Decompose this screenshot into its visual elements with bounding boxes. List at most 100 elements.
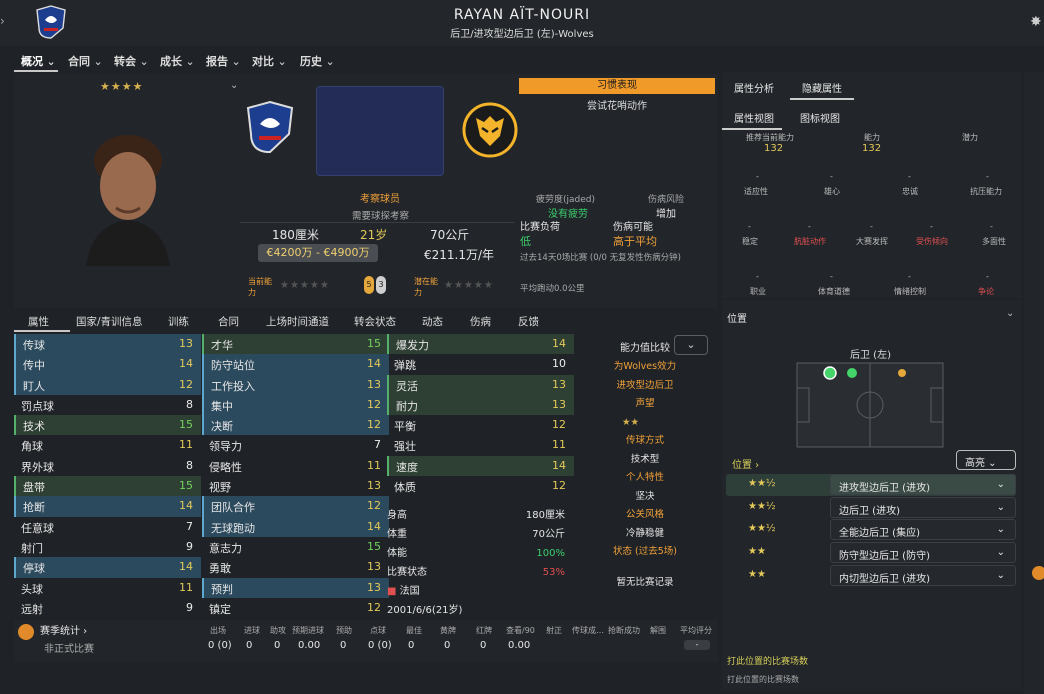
attribute-tabs: 属性 国家/青训信息 训练 合同 上场时间通道 转会状态 动态 伤病 反馈	[14, 312, 574, 330]
attr-row: 领导力 7	[209, 438, 381, 454]
attr-row: 灵活 13	[387, 374, 574, 395]
age-value: 21岁	[360, 228, 388, 242]
hidden-row-1: - 适应性 - 雄心 - 忠诚 - 抗压能力	[744, 172, 1002, 196]
season-stats-title[interactable]: 赛季统计 ›	[40, 622, 87, 637]
menu-overview[interactable]: 概况 ⌄	[21, 53, 56, 69]
attr-row: 视野 13	[209, 479, 381, 495]
ca-badge: 5	[364, 276, 374, 294]
position-row[interactable]: ★★½ 全能边后卫 (集应) ⌄	[726, 519, 1016, 541]
attr-row: 任意球 7	[21, 519, 193, 535]
subtab-attr-view[interactable]: 属性视图	[734, 110, 774, 125]
compare-list: 为Wolves效力 进攻型边后卫 声望 ★★ 传球方式 技术型 个人特性 坚决 …	[613, 361, 677, 588]
position-link[interactable]: 位置 ›	[732, 456, 759, 471]
attr-row: 平衡 12	[394, 418, 566, 434]
attr-row: 耐力 13	[387, 394, 574, 416]
match-load-value: 低	[520, 235, 531, 248]
attr-row: 预判 13	[202, 577, 389, 598]
tab-injury[interactable]: 伤病	[470, 314, 491, 329]
pa-stars: ★★★★★	[444, 280, 494, 291]
attr-row: 体质 12	[394, 479, 566, 495]
habit-title[interactable]: 习惯表现	[519, 78, 715, 94]
value-range[interactable]: €4200万 - €4900万	[258, 244, 378, 262]
compare-dropdown[interactable]: ⌄	[674, 335, 708, 355]
tab-playing-time[interactable]: 上场时间通道	[266, 314, 329, 329]
attr-row: 才华 15	[202, 334, 389, 355]
menu-transfer[interactable]: 转会 ⌄	[114, 53, 149, 69]
technical-attributes: 传球 13 传中 14 盯人 12 罚点球 8 技术 15 角球 11 界外球 8 盘带 15 …	[14, 334, 201, 618]
tab-attributes[interactable]: 属性	[28, 314, 49, 329]
tab-underline	[790, 98, 854, 100]
chevron-down-icon[interactable]: ⌄	[230, 80, 238, 91]
nav-underline	[14, 70, 58, 72]
attr-row: 传球 13	[14, 334, 201, 355]
menu-history[interactable]: 历史 ⌄	[300, 53, 335, 69]
tab-transfer-status[interactable]: 转会状态	[354, 314, 396, 329]
attr-row: 决断 12	[202, 415, 389, 436]
position-label: 后卫 (左)	[850, 350, 891, 361]
attr-row: 镇定 12	[209, 600, 381, 616]
rec-ability-label: 推荐当前能力	[746, 133, 794, 142]
pa-badge: 3	[376, 276, 386, 294]
attr-row: 团队合作 12	[202, 496, 389, 517]
tab-hidden-attrs[interactable]: 隐藏属性	[802, 80, 842, 95]
attr-row: 集中 12	[202, 394, 389, 416]
compare-title: 能力值比较	[620, 343, 670, 354]
attr-row: 抢断 14	[14, 496, 201, 517]
injury-risk-value: 增加	[656, 209, 676, 220]
avg-run-text: 平均跑动0.0公里	[520, 284, 585, 294]
games-at-position-sub: 打此位置的比赛场数	[727, 675, 799, 684]
tab-nation[interactable]: 国家/青训信息	[76, 314, 143, 329]
tab-feedback[interactable]: 反馈	[518, 314, 539, 329]
attr-row: 爆发力 14	[387, 334, 574, 355]
side-strip	[1024, 72, 1044, 694]
hidden-row-3: - 职业 - 体育道德 - 情绪控制 - 争论	[750, 272, 994, 296]
habit-text: 尝试花哨动作	[587, 101, 647, 112]
attr-row: 侵略性 11	[209, 458, 381, 474]
hidden-row-2: - 稳定 - 肮脏动作 - 大赛发挥 - 受伤倾向 - 多面性	[742, 222, 1006, 246]
attr-row: 界外球 8	[21, 458, 193, 474]
subtab-icon-view[interactable]: 图标视图	[800, 110, 840, 125]
attr-row: 盯人 12	[14, 374, 201, 395]
current-ability-label: 当前能力	[248, 277, 272, 297]
ability-label: 能力	[864, 133, 880, 142]
player-name: RAYAN AÏT-NOURI	[453, 7, 591, 23]
ca-stars: ★★★★★	[280, 280, 330, 291]
position-row[interactable]: ★★ 防守型边后卫 (防守) ⌄	[726, 542, 1016, 564]
ability-value: 132	[862, 143, 882, 154]
settings-icon[interactable]: ✸	[1030, 14, 1042, 30]
potential-label: 潜在能力	[414, 277, 438, 297]
height-value: 180厘米	[272, 228, 319, 242]
tab-contract[interactable]: 合同	[218, 314, 239, 329]
attr-row: 射门 9	[21, 539, 193, 555]
menu-contract[interactable]: 合同 ⌄	[68, 53, 103, 69]
season-headers: 出场 进球 助攻 预期进球 预助 点球 最佳 黄牌 红牌 查看/90 射正 传球…	[210, 626, 712, 635]
physical-attributes: 爆发力 14 弹跳 10 灵活 13 耐力 13 平衡 12 强壮 11 速度 14 体质 12	[387, 334, 574, 496]
trophy-icon	[1032, 566, 1044, 580]
pitch-diagram	[796, 362, 944, 448]
season-values: 0 (0) 0 0 0.00 0 0 (0) 0 0 0 0.00 -	[200, 640, 720, 654]
chevron-down-icon[interactable]: ⌄	[1006, 308, 1014, 319]
nav-menu: 概况 ⌄ 合同 ⌄ 转会 ⌄ 成长 ⌄ 报告 ⌄ 对比 ⌄ 历史 ⌄	[0, 46, 1044, 72]
last14-text: 过去14天0场比赛 (0/0 无复发性伤病分钟)	[520, 253, 681, 263]
tab-dynamics[interactable]: 动态	[422, 314, 443, 329]
position-row[interactable]: ★★½ 边后卫 (进攻) ⌄	[726, 497, 1016, 519]
menu-growth[interactable]: 成长 ⌄	[160, 53, 195, 69]
attr-row: 速度 14	[387, 455, 574, 477]
highlight-dropdown[interactable]: 高亮 ⌄	[956, 450, 1016, 470]
tab-attr-analysis[interactable]: 属性分析	[734, 80, 774, 95]
injury-chance-label: 伤病可能	[613, 222, 653, 233]
attr-row: 停球 14	[14, 557, 201, 578]
menu-report[interactable]: 报告 ⌄	[206, 53, 241, 69]
attr-row: 强壮 11	[394, 438, 566, 454]
rec-ability-value: 132	[764, 143, 784, 154]
tab-training[interactable]: 训练	[168, 314, 189, 329]
scout-button[interactable]: 考察球员	[360, 190, 400, 205]
position-row[interactable]: ★★ 内切型边后卫 (进攻) ⌄	[726, 565, 1016, 587]
fatigue-label: 疲劳度(jaded)	[536, 195, 596, 205]
attr-row: 工作投入 13	[202, 374, 389, 395]
star-rating: ★★★★	[100, 80, 144, 93]
attr-row: 无球跑动 14	[202, 516, 389, 537]
position-row[interactable]: ★★½ 进攻型边后卫 (进攻) ⌄	[726, 474, 1016, 496]
menu-compare[interactable]: 对比 ⌄	[252, 53, 287, 69]
attr-row: 勇敢 13	[209, 560, 381, 576]
